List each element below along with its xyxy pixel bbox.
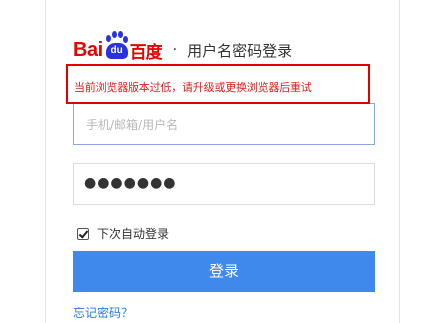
remember-checkbox[interactable] xyxy=(77,227,89,240)
baidu-logo: Bai du 百度 xyxy=(73,26,163,66)
remember-label: 下次自动登录 xyxy=(97,227,170,241)
logo-paw-text: du xyxy=(105,43,128,59)
browser-warning-text: 当前浏览器版本过低，请升级或更换浏览器后重试 xyxy=(74,81,312,94)
logo-chinese-text: 百度 xyxy=(129,42,163,63)
browser-warning-box: 当前浏览器版本过低，请升级或更换浏览器后重试 xyxy=(66,64,370,104)
page-title: 用户名密码登录 xyxy=(187,41,293,60)
forgot-password-link[interactable]: 忘记密码？ xyxy=(73,304,133,321)
login-button[interactable]: 登录 xyxy=(73,251,375,292)
password-masked-value: ●●●●●●● xyxy=(84,175,177,191)
username-placeholder: 手机/邮箱/用户名 xyxy=(86,118,179,132)
header-separator: · xyxy=(172,42,178,58)
logo-latin-text: Bai xyxy=(73,39,103,61)
remember-me[interactable]: 下次自动登录 xyxy=(77,225,169,242)
baidu-paw-icon: du xyxy=(104,31,129,61)
login-header: Bai du 百度 · 用户名密码登录 xyxy=(73,26,292,66)
